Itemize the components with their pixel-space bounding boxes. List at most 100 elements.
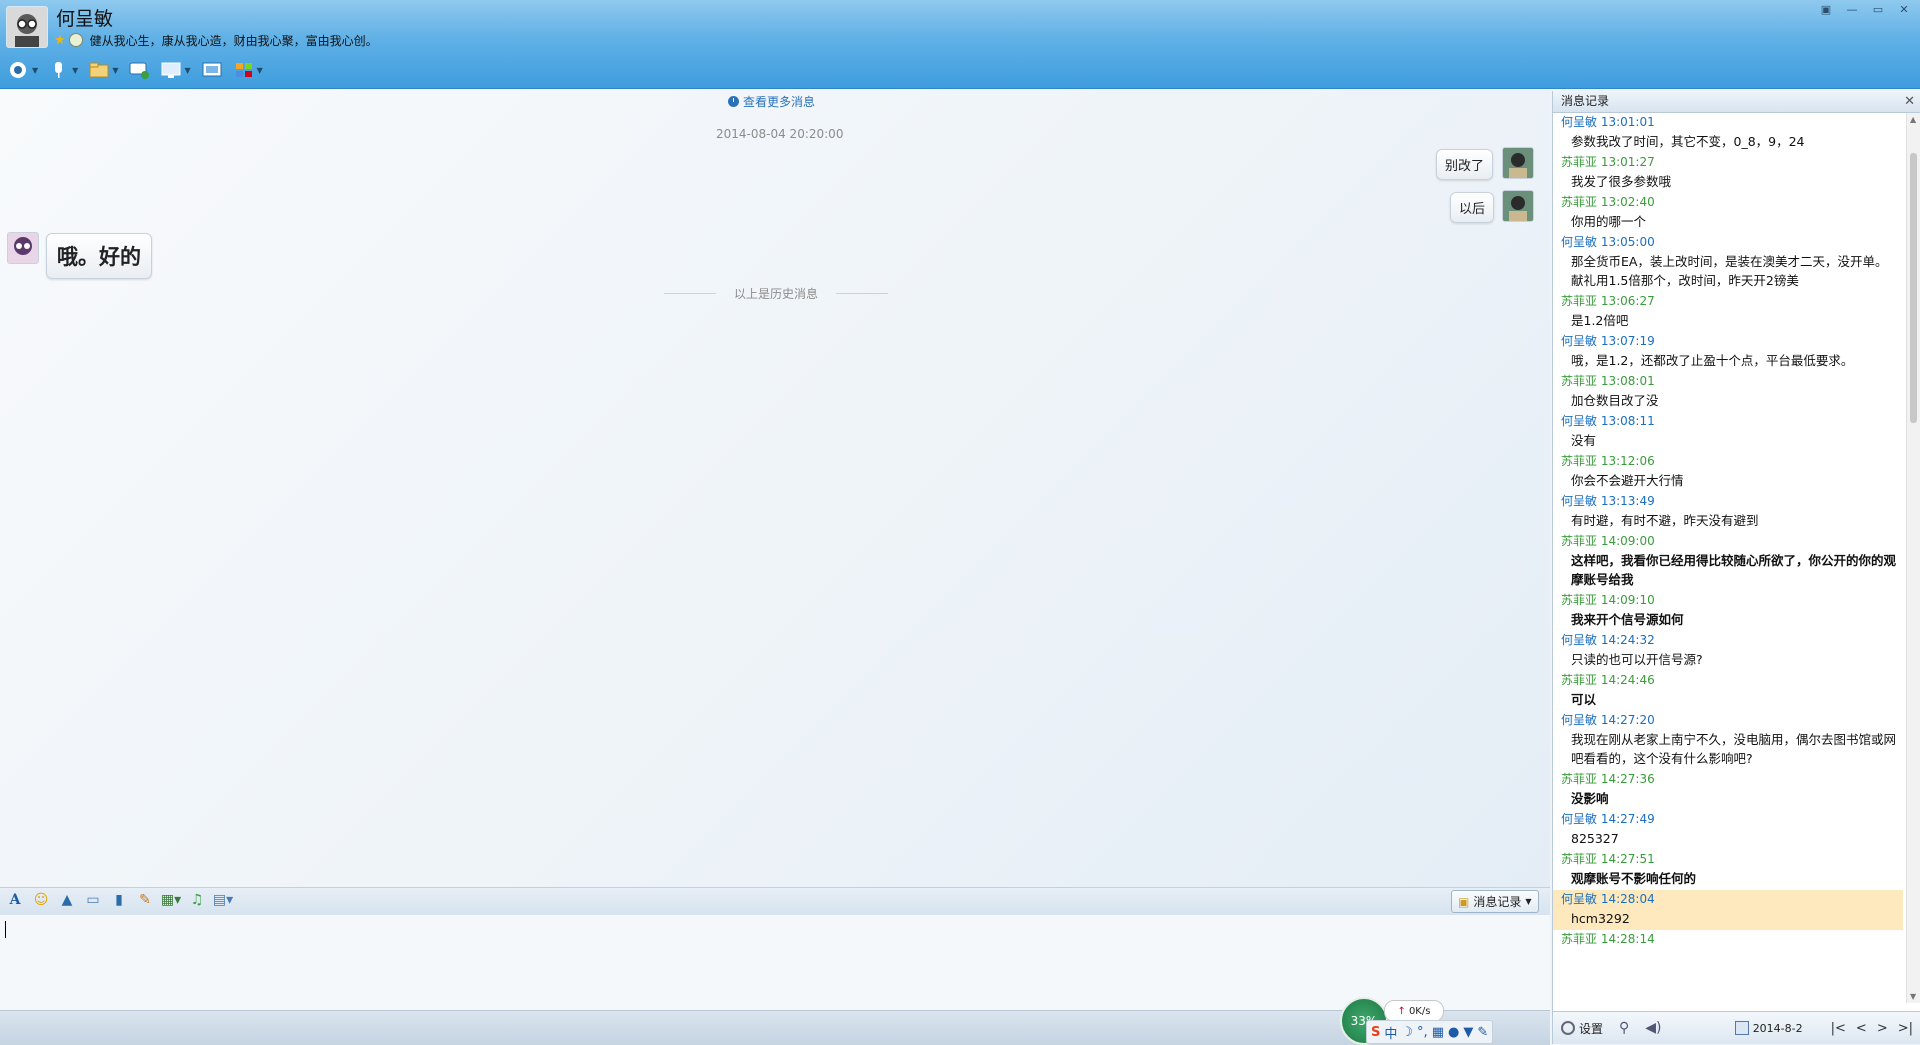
history-entry[interactable]: 苏菲亚 13:12:06 你会不会避开大行情 xyxy=(1553,452,1903,492)
chat-bubble-incoming[interactable]: 哦。好的 xyxy=(46,233,152,279)
view-more-messages-link[interactable]: 查看更多消息 xyxy=(728,93,815,110)
history-entry-header: 苏菲亚 13:08:01 xyxy=(1559,372,1897,390)
history-time: 13:01:27 xyxy=(1600,155,1655,169)
wrench-icon[interactable]: ✎ xyxy=(1477,1025,1488,1040)
previous-page-icon[interactable]: < xyxy=(1856,1021,1867,1036)
my-avatar[interactable] xyxy=(1502,147,1534,179)
first-page-icon[interactable]: |< xyxy=(1831,1021,1846,1036)
half-width-icon[interactable]: ☽ xyxy=(1401,1025,1413,1040)
history-icon: ▣ xyxy=(1458,894,1470,909)
voice-call-button[interactable]: ▼ xyxy=(48,58,78,82)
keyboard-icon[interactable]: ▦ xyxy=(1432,1025,1444,1040)
font-icon[interactable]: A xyxy=(6,891,24,909)
scroll-thumb[interactable] xyxy=(1910,153,1917,423)
history-entry[interactable]: 苏菲亚 13:02:40 你用的哪一个 xyxy=(1553,193,1903,233)
scroll-down-icon[interactable]: ▼ xyxy=(1910,992,1916,1001)
punctuation-icon[interactable]: °, xyxy=(1417,1025,1428,1040)
magic-expression-icon[interactable]: ▲ xyxy=(58,891,76,909)
sogou-icon[interactable]: S xyxy=(1371,1025,1380,1040)
history-entry[interactable]: 何呈敏 13:13:49 有时避，有时不避，昨天没有避到 xyxy=(1553,492,1903,532)
history-text: 只读的也可以开信号源? xyxy=(1571,652,1703,667)
message-input[interactable] xyxy=(0,915,1550,1010)
history-entry[interactable]: 何呈敏 13:05:00 那全货币EA，装上改时间，是装在澳美才二天，没开单。献礼… xyxy=(1553,233,1903,292)
contact-chat-avatar[interactable] xyxy=(7,232,39,264)
minimize-button[interactable]: — xyxy=(1842,2,1862,16)
status-badge-icon[interactable] xyxy=(68,33,83,47)
history-settings-button[interactable]: 设置 xyxy=(1561,1020,1603,1037)
search-icon[interactable]: ⚲ xyxy=(1619,1020,1629,1036)
chat-bubble-outgoing[interactable]: 别改了 xyxy=(1436,149,1494,180)
history-time: 14:28:14 xyxy=(1600,932,1655,946)
history-entry[interactable]: 何呈敏 14:28:04 hcm3292 xyxy=(1553,890,1903,930)
scroll-up-icon[interactable]: ▲ xyxy=(1910,115,1916,124)
history-message-list[interactable]: 何呈敏 13:01:01 参数我改了时间，其它不变，0_8，9，24 苏菲亚 13:… xyxy=(1553,113,1903,1003)
vip-star-icon[interactable]: ★ xyxy=(54,33,66,48)
ime-mode-toggle[interactable]: 中 xyxy=(1384,1023,1397,1042)
apps-button[interactable]: ▼ xyxy=(233,58,263,82)
history-entry[interactable]: 何呈敏 14:27:49 825327 xyxy=(1553,810,1903,850)
history-entry-header: 苏菲亚 13:01:27 xyxy=(1559,153,1897,171)
history-panel-footer: 设置 ⚲ ◀) 2014-8-2 |< < > >| xyxy=(1553,1011,1920,1044)
history-entry[interactable]: 苏菲亚 14:27:36 没影响 xyxy=(1553,770,1903,810)
send-file-button[interactable]: ▼ xyxy=(88,58,118,82)
user-icon[interactable]: ● xyxy=(1448,1025,1459,1040)
history-time: 14:24:46 xyxy=(1600,673,1655,687)
message-history-button[interactable]: ▣ 消息记录 ▼ xyxy=(1451,890,1539,913)
view-more-messages-label: 查看更多消息 xyxy=(743,95,816,109)
history-sender: 何呈敏 xyxy=(1561,494,1598,508)
voice-message-icon[interactable]: ▮ xyxy=(110,891,128,909)
music-icon[interactable]: ♫ xyxy=(188,891,206,909)
history-scrollbar[interactable]: ▲ ▼ xyxy=(1906,113,1920,1003)
history-sender: 何呈敏 xyxy=(1561,892,1598,906)
maximize-button[interactable]: ▭ xyxy=(1868,2,1888,16)
close-history-icon[interactable]: ✕ xyxy=(1904,91,1915,112)
message-text: 别改了 xyxy=(1445,159,1485,174)
history-entry[interactable]: 苏菲亚 14:28:14 xyxy=(1553,930,1903,948)
image-icon[interactable]: ▦▾ xyxy=(161,891,181,909)
create-discussion-button[interactable] xyxy=(128,58,150,82)
video-call-button[interactable]: ▼ xyxy=(8,58,38,82)
history-time: 13:02:40 xyxy=(1600,195,1655,209)
ime-toolbar[interactable]: 33% ↑ 0K/s S 中 ☽ °, ▦ ● ▼ ✎ xyxy=(1340,997,1494,1045)
history-entry[interactable]: 何呈敏 14:24:32 只读的也可以开信号源? xyxy=(1553,631,1903,671)
history-entry[interactable]: 苏菲亚 13:01:27 我发了很多参数哦 xyxy=(1553,153,1903,193)
history-entry-header: 苏菲亚 13:02:40 xyxy=(1559,193,1897,211)
history-entry[interactable]: 苏菲亚 14:09:10 我来开个信号源如何 xyxy=(1553,591,1903,631)
history-entry[interactable]: 苏菲亚 14:24:46 可以 xyxy=(1553,671,1903,711)
chat-bubble-outgoing[interactable]: 以后 xyxy=(1450,192,1495,223)
history-time: 14:27:49 xyxy=(1600,812,1655,826)
history-time: 14:09:10 xyxy=(1600,593,1655,607)
history-entry[interactable]: 苏菲亚 13:08:01 加仓数目改了没 xyxy=(1553,372,1903,412)
history-text: 我发了很多参数哦 xyxy=(1571,174,1672,189)
contact-name: 何呈敏 xyxy=(56,8,114,30)
history-entry[interactable]: 苏菲亚 14:09:00 这样吧，我看你已经用得比较随心所欲了，你公开的你的观摩账… xyxy=(1553,532,1903,591)
history-entry[interactable]: 苏菲亚 13:06:27 是1.2倍吧 xyxy=(1553,292,1903,332)
next-page-icon[interactable]: > xyxy=(1877,1021,1888,1036)
history-sender: 苏菲亚 xyxy=(1561,294,1598,308)
my-avatar[interactable] xyxy=(1502,190,1534,222)
history-entry[interactable]: 何呈敏 14:27:20 我现在刚从老家上南宁不久，没电脑用，偶尔去图书馆或网吧看… xyxy=(1553,711,1903,770)
emoji-icon[interactable]: ☺ xyxy=(32,891,50,909)
contact-avatar[interactable] xyxy=(6,6,48,48)
screenshot-icon[interactable]: ▭ xyxy=(84,891,102,909)
history-entry[interactable]: 何呈敏 13:01:01 参数我改了时间，其它不变，0_8，9，24 xyxy=(1553,113,1903,153)
chat-message-area[interactable]: 查看更多消息 2014-08-04 20:20:00 别改了 以后 哦。好的 以… xyxy=(0,89,1550,887)
history-date-picker[interactable]: 2014-8-2 xyxy=(1734,1021,1803,1035)
history-time: 14:28:04 xyxy=(1600,892,1655,906)
history-entry[interactable]: 何呈敏 13:08:11 没有 xyxy=(1553,412,1903,452)
history-text: 观摩账号不影响任何的 xyxy=(1571,871,1697,886)
share-screen-button[interactable] xyxy=(201,58,223,82)
history-entry[interactable]: 何呈敏 13:07:19 哦，是1.2，还都改了止盈十个点，平台最低要求。 xyxy=(1553,332,1903,372)
more-tools-icon[interactable]: ▤▾ xyxy=(213,891,233,909)
skin-icon[interactable]: ▣ xyxy=(1816,2,1836,16)
speaker-icon[interactable]: ◀) xyxy=(1645,1020,1661,1036)
history-sender: 何呈敏 xyxy=(1561,414,1598,428)
history-date: 2014-8-2 xyxy=(1752,1021,1803,1035)
close-button[interactable]: ✕ xyxy=(1894,2,1914,16)
rich-text-icon[interactable]: ✎ xyxy=(136,891,154,909)
skin-shirt-icon[interactable]: ▼ xyxy=(1463,1025,1473,1040)
history-entry[interactable]: 苏菲亚 14:27:51 观摩账号不影响任何的 xyxy=(1553,850,1903,890)
remote-assist-button[interactable]: ▼ xyxy=(160,58,191,82)
history-settings-label: 设置 xyxy=(1579,1021,1604,1036)
last-page-icon[interactable]: >| xyxy=(1898,1021,1913,1036)
